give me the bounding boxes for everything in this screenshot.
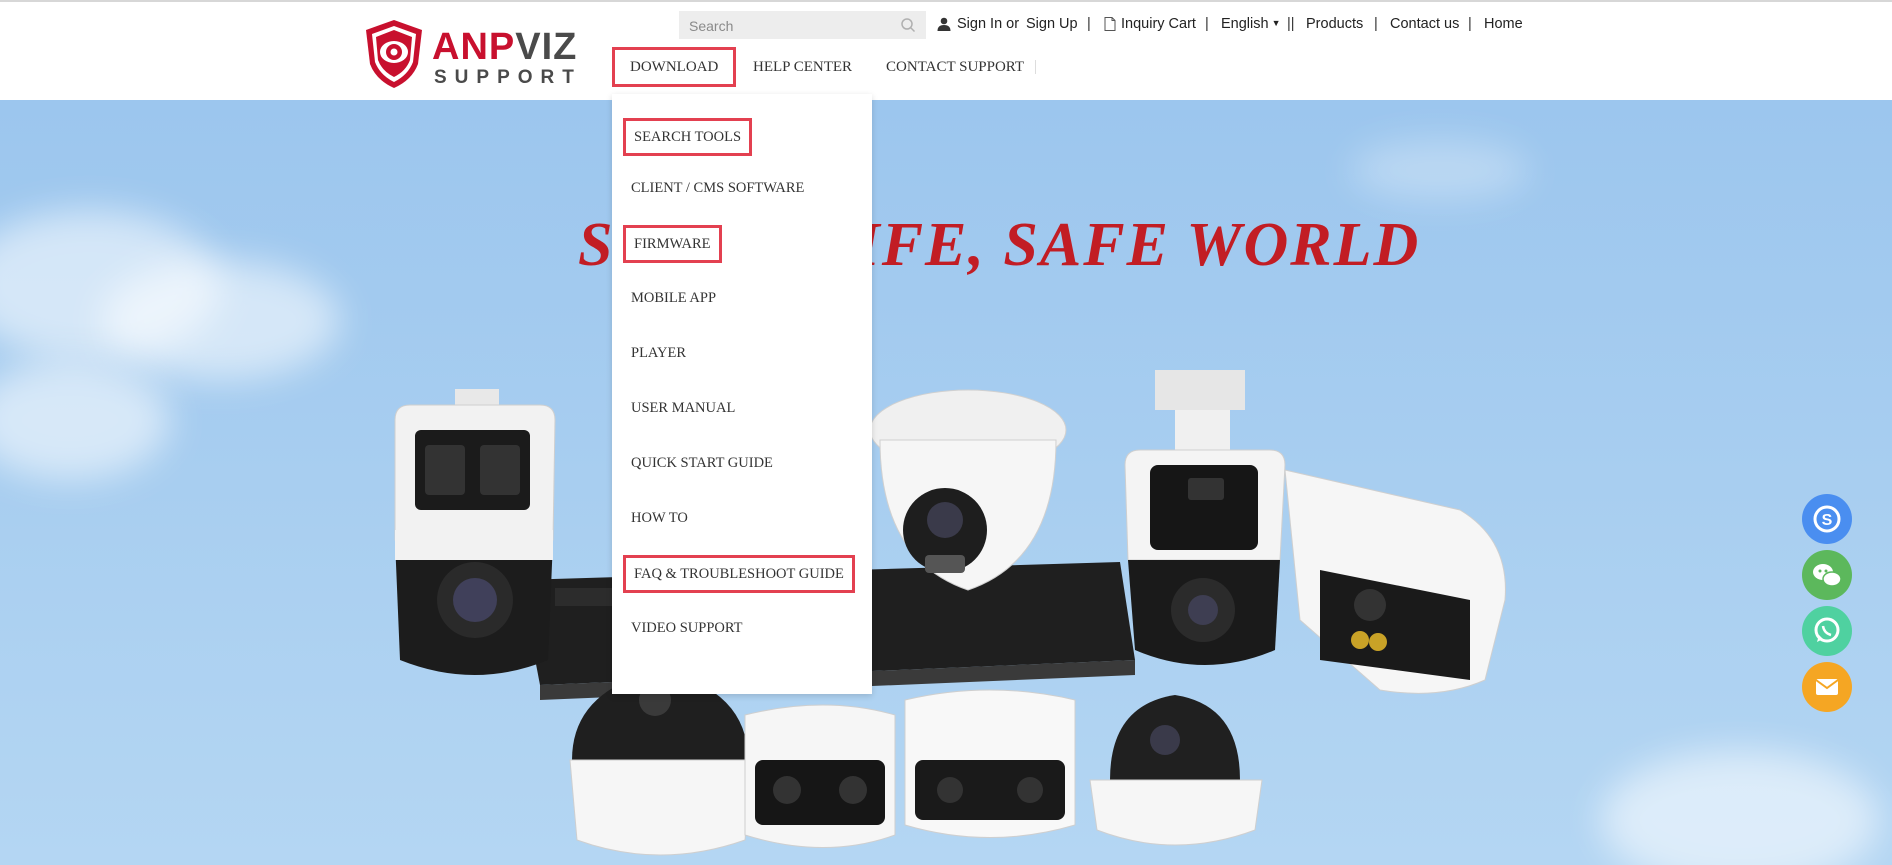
search-box [679,11,926,41]
product-cameras-illustration [394,370,1506,856]
wechat-icon [1813,564,1842,587]
nav-contact-support[interactable]: CONTACT SUPPORT [886,47,1024,87]
menu-item-search-tools[interactable]: SEARCH TOOLS [623,118,753,156]
products-link[interactable]: Products [1306,15,1363,33]
whatsapp-icon [1814,617,1840,643]
mini-ptz-camera-image [1089,695,1263,846]
sign-up-link[interactable]: Sign Up [1026,15,1078,33]
mail-icon [1815,679,1839,695]
sign-in-link[interactable]: Sign In or [957,15,1019,33]
separator: | [1374,16,1378,32]
contact-us-link[interactable]: Contact us [1390,15,1459,33]
whatsapp-button[interactable] [1802,606,1852,656]
caret-down-icon: ▼ [1271,18,1281,28]
menu-item-player[interactable]: PLAYER [631,343,686,363]
menu-item-how-to[interactable]: HOW TO [631,508,688,528]
ptz-dual-camera-image [394,389,556,675]
nav-download[interactable]: DOWNLOAD [612,47,737,87]
skype-icon: S [1813,505,1841,533]
shield-eye-icon [366,20,422,88]
language-select[interactable]: English ▼ [1221,15,1280,34]
user-icon [937,17,951,31]
brand-tagline: SUPPORT [434,67,582,88]
separator: | [1087,16,1091,32]
menu-item-client-cms-software[interactable]: CLIENT / CMS SOFTWARE [631,178,804,198]
search-icon[interactable] [900,17,916,33]
home-link[interactable]: Home [1484,15,1523,33]
hero-banner: SMART LIFE, SAFE WORLD [0,100,1892,865]
inquiry-cart-link[interactable]: Inquiry Cart [1121,15,1196,33]
brand-wordmark: ANPVIZ [432,26,578,68]
language-label: English [1221,16,1269,32]
menu-item-video-support[interactable]: VIDEO SUPPORT [631,618,743,638]
svg-text:S: S [1822,512,1833,529]
site-header: ANPVIZ SUPPORT Sign In or Sign Up | Inqu… [0,0,1892,100]
dome-camera-image [569,670,753,856]
menu-item-mobile-app[interactable]: MOBILE APP [631,288,716,308]
turret-camera-image [869,389,1067,591]
separator: | [1205,16,1209,32]
bullet-camera-image [1284,469,1506,694]
nav-divider [1035,60,1036,74]
download-dropdown-menu: SEARCH TOOLS CLIENT / CMS SOFTWARE FIRMW… [612,94,872,694]
search-input[interactable] [679,11,901,41]
nav-help-center[interactable]: HELP CENTER [753,47,852,87]
document-icon [1104,17,1116,31]
menu-item-firmware[interactable]: FIRMWARE [623,225,722,263]
skype-button[interactable]: S [1802,494,1852,544]
separator: | [1468,16,1472,32]
panoramic-camera-image [744,689,1076,848]
wechat-button[interactable] [1802,550,1852,600]
menu-item-user-manual[interactable]: USER MANUAL [631,398,735,418]
separator-double: || [1287,16,1295,32]
mail-button[interactable] [1802,662,1852,712]
brand-logo[interactable]: ANPVIZ SUPPORT [362,18,576,90]
ptz-camera-image [1124,370,1286,665]
menu-item-quick-start-guide[interactable]: QUICK START GUIDE [631,453,773,473]
menu-item-faq-troubleshoot-guide[interactable]: FAQ & TROUBLESHOOT GUIDE [623,555,855,593]
